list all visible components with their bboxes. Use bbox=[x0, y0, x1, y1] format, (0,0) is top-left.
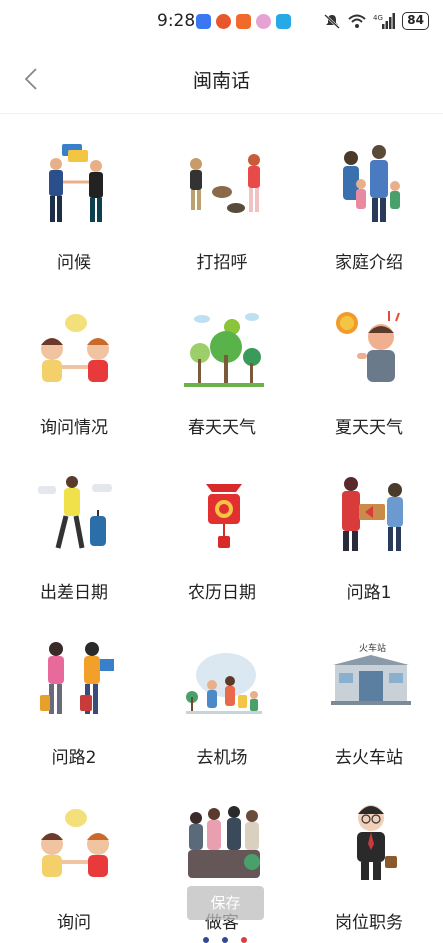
children-chat-icon bbox=[41, 809, 109, 877]
topic-label: 出差日期 bbox=[40, 583, 108, 603]
page-title: 闽南话 bbox=[192, 70, 250, 92]
topic-item[interactable]: 询问情况 bbox=[0, 303, 148, 453]
topic-label: 询问 bbox=[57, 913, 91, 933]
topic-item[interactable]: 打招呼 bbox=[148, 138, 296, 288]
topic-item[interactable]: 岗位职务 bbox=[295, 798, 443, 943]
topic-label: 打招呼 bbox=[196, 253, 248, 273]
signal-icon: 4G bbox=[373, 13, 396, 29]
mute-bell-icon bbox=[324, 14, 341, 29]
video-icon bbox=[236, 14, 251, 29]
family-icon bbox=[343, 145, 400, 222]
topic-label: 问候 bbox=[57, 253, 91, 273]
topic-item[interactable]: 询问 bbox=[0, 798, 148, 943]
topic-label: 岗位职务 bbox=[335, 913, 403, 933]
topic-item[interactable]: 家庭介绍 bbox=[295, 138, 443, 288]
topic-item[interactable]: 农历日期 bbox=[148, 468, 296, 618]
topic-label: 问路1 bbox=[346, 583, 392, 603]
topic-item[interactable]: 问路1 bbox=[295, 468, 443, 618]
status-bar: 9:28 4G 84 bbox=[0, 0, 443, 44]
status-right: 4G 84 bbox=[323, 12, 429, 30]
topic-item[interactable]: 春天天气 bbox=[148, 303, 296, 453]
status-time: 9:28 bbox=[157, 11, 196, 31]
topic-item[interactable]: 火车站 去火车站 bbox=[295, 633, 443, 783]
topic-label: 去火车站 bbox=[335, 748, 403, 768]
topic-item[interactable]: 做客 bbox=[148, 798, 296, 943]
game-icon bbox=[216, 14, 231, 29]
page-dot-active[interactable] bbox=[241, 937, 247, 943]
page-dot[interactable] bbox=[222, 937, 228, 943]
airport-icon bbox=[186, 653, 262, 714]
direction-sign-icon bbox=[342, 477, 403, 551]
traveler-suitcase-icon bbox=[38, 476, 112, 549]
train-station-sign: 火车站 bbox=[359, 642, 386, 654]
save-button[interactable]: 保存 bbox=[187, 886, 264, 920]
topic-item[interactable]: 问路2 bbox=[0, 633, 148, 783]
train-station-icon: 火车站 bbox=[331, 642, 411, 705]
businessman-icon bbox=[357, 805, 397, 880]
topic-item[interactable]: 出差日期 bbox=[0, 468, 148, 618]
visiting-guests-icon bbox=[188, 806, 260, 878]
status-app-icons bbox=[196, 14, 291, 29]
battery-indicator: 84 bbox=[402, 12, 429, 30]
topic-label: 询问情况 bbox=[40, 418, 108, 438]
chinese-knot-icon bbox=[206, 484, 242, 548]
topic-label: 农历日期 bbox=[188, 583, 256, 603]
topic-item[interactable]: 夏天天气 bbox=[295, 303, 443, 453]
tourists-map-icon bbox=[40, 642, 114, 714]
network-type: 4G bbox=[373, 14, 383, 22]
spring-trees-icon bbox=[184, 313, 264, 387]
search-app-icon bbox=[276, 14, 291, 29]
nav-bar: 闽南话 bbox=[0, 44, 443, 114]
flower-icon bbox=[256, 14, 271, 29]
topic-item[interactable]: 去机场 bbox=[148, 633, 296, 783]
greeting-dog-walk-icon bbox=[190, 154, 260, 213]
page-indicator bbox=[203, 937, 247, 943]
hot-sun-icon bbox=[336, 311, 400, 382]
page-dot[interactable] bbox=[203, 937, 209, 943]
topic-label: 问路2 bbox=[51, 748, 97, 768]
children-chat-icon bbox=[41, 314, 109, 382]
topic-label: 春天天气 bbox=[188, 418, 256, 438]
topic-label: 家庭介绍 bbox=[335, 253, 403, 273]
wifi-icon bbox=[348, 14, 366, 28]
handshake-icon bbox=[49, 144, 103, 222]
topic-item[interactable]: 问候 bbox=[0, 138, 148, 288]
topic-label: 去机场 bbox=[196, 748, 248, 768]
topic-label: 夏天天气 bbox=[335, 418, 403, 438]
calendar-icon bbox=[196, 14, 211, 29]
